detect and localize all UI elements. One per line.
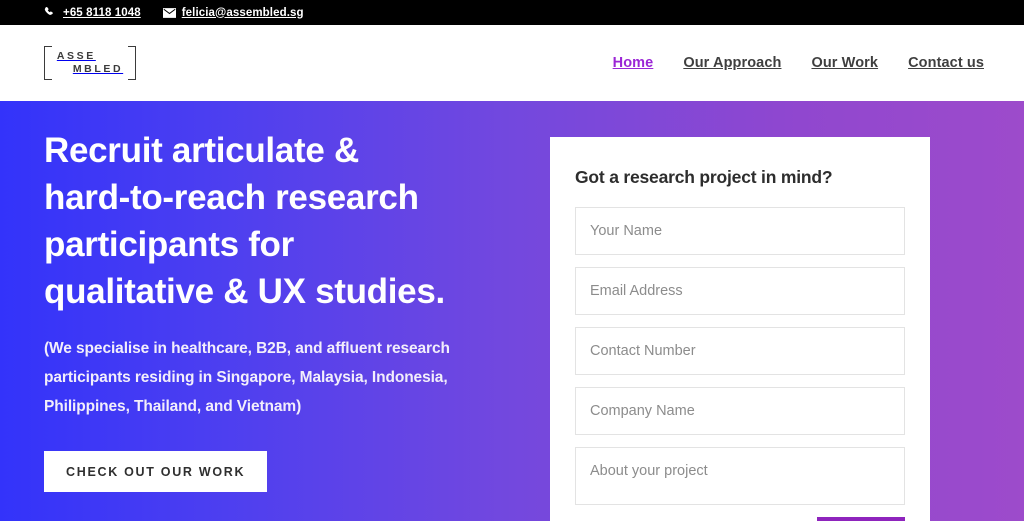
topbar-email-link[interactable]: felicia@assembled.sg [162,6,304,19]
submit-row [575,517,905,521]
phone-icon [44,6,57,19]
hero-title-line-2: hard-to-reach research [44,178,419,217]
nav-item-our-approach[interactable]: Our Approach [683,55,781,71]
hero-title-line-3: participants for [44,225,294,264]
hero-subtitle-line-1: (We specialise in healthcare, B2B, and a… [44,340,450,357]
company-name-input[interactable] [575,387,905,435]
main-navigation: Home Our Approach Our Work Contact us [613,55,984,71]
hero-title-line-1: Recruit articulate & [44,131,359,170]
contact-number-input[interactable] [575,327,905,375]
contact-form-card: Got a research project in mind? [550,137,930,521]
hero-subtitle-line-2: participants residing in Singapore, Mala… [44,369,448,386]
hero-content: Recruit articulate & hard-to-reach resea… [44,127,514,492]
nav-item-contact-us[interactable]: Contact us [908,55,984,71]
email-address-input[interactable] [575,267,905,315]
hero-subtitle-line-3: Philippines, Thailand, and Vietnam) [44,398,302,415]
topbar-phone-link[interactable]: +65 8118 1048 [44,6,141,19]
logo-line-1: ASSE [56,49,96,62]
page-title: Recruit articulate & hard-to-reach resea… [44,127,514,315]
site-logo[interactable]: ASSE MBLED [44,43,136,83]
logo-text: ASSE MBLED [57,50,123,77]
topbar-phone-text: +65 8118 1048 [63,6,141,19]
nav-item-home[interactable]: Home [613,55,654,71]
your-name-input[interactable] [575,207,905,255]
top-utility-bar: +65 8118 1048 felicia@assembled.sg [0,0,1024,25]
hero-subtitle: (We specialise in healthcare, B2B, and a… [44,334,514,421]
form-heading: Got a research project in mind? [575,167,833,187]
hero-title-line-4: qualitative & UX studies. [44,272,445,311]
about-your-project-input[interactable] [575,447,905,505]
envelope-icon [162,6,176,19]
topbar-email-text: felicia@assembled.sg [181,6,304,19]
nav-item-our-work[interactable]: Our Work [811,55,878,71]
check-out-our-work-button[interactable]: CHECK OUT OUR WORK [44,451,268,492]
submit-button[interactable] [817,517,905,521]
site-header: ASSE MBLED Home Our Approach Our Work Co… [0,25,1024,101]
hero-section: Recruit articulate & hard-to-reach resea… [0,101,1024,521]
logo-line-2: MBLED [72,63,124,75]
hero-inner: Recruit articulate & hard-to-reach resea… [0,101,1024,521]
